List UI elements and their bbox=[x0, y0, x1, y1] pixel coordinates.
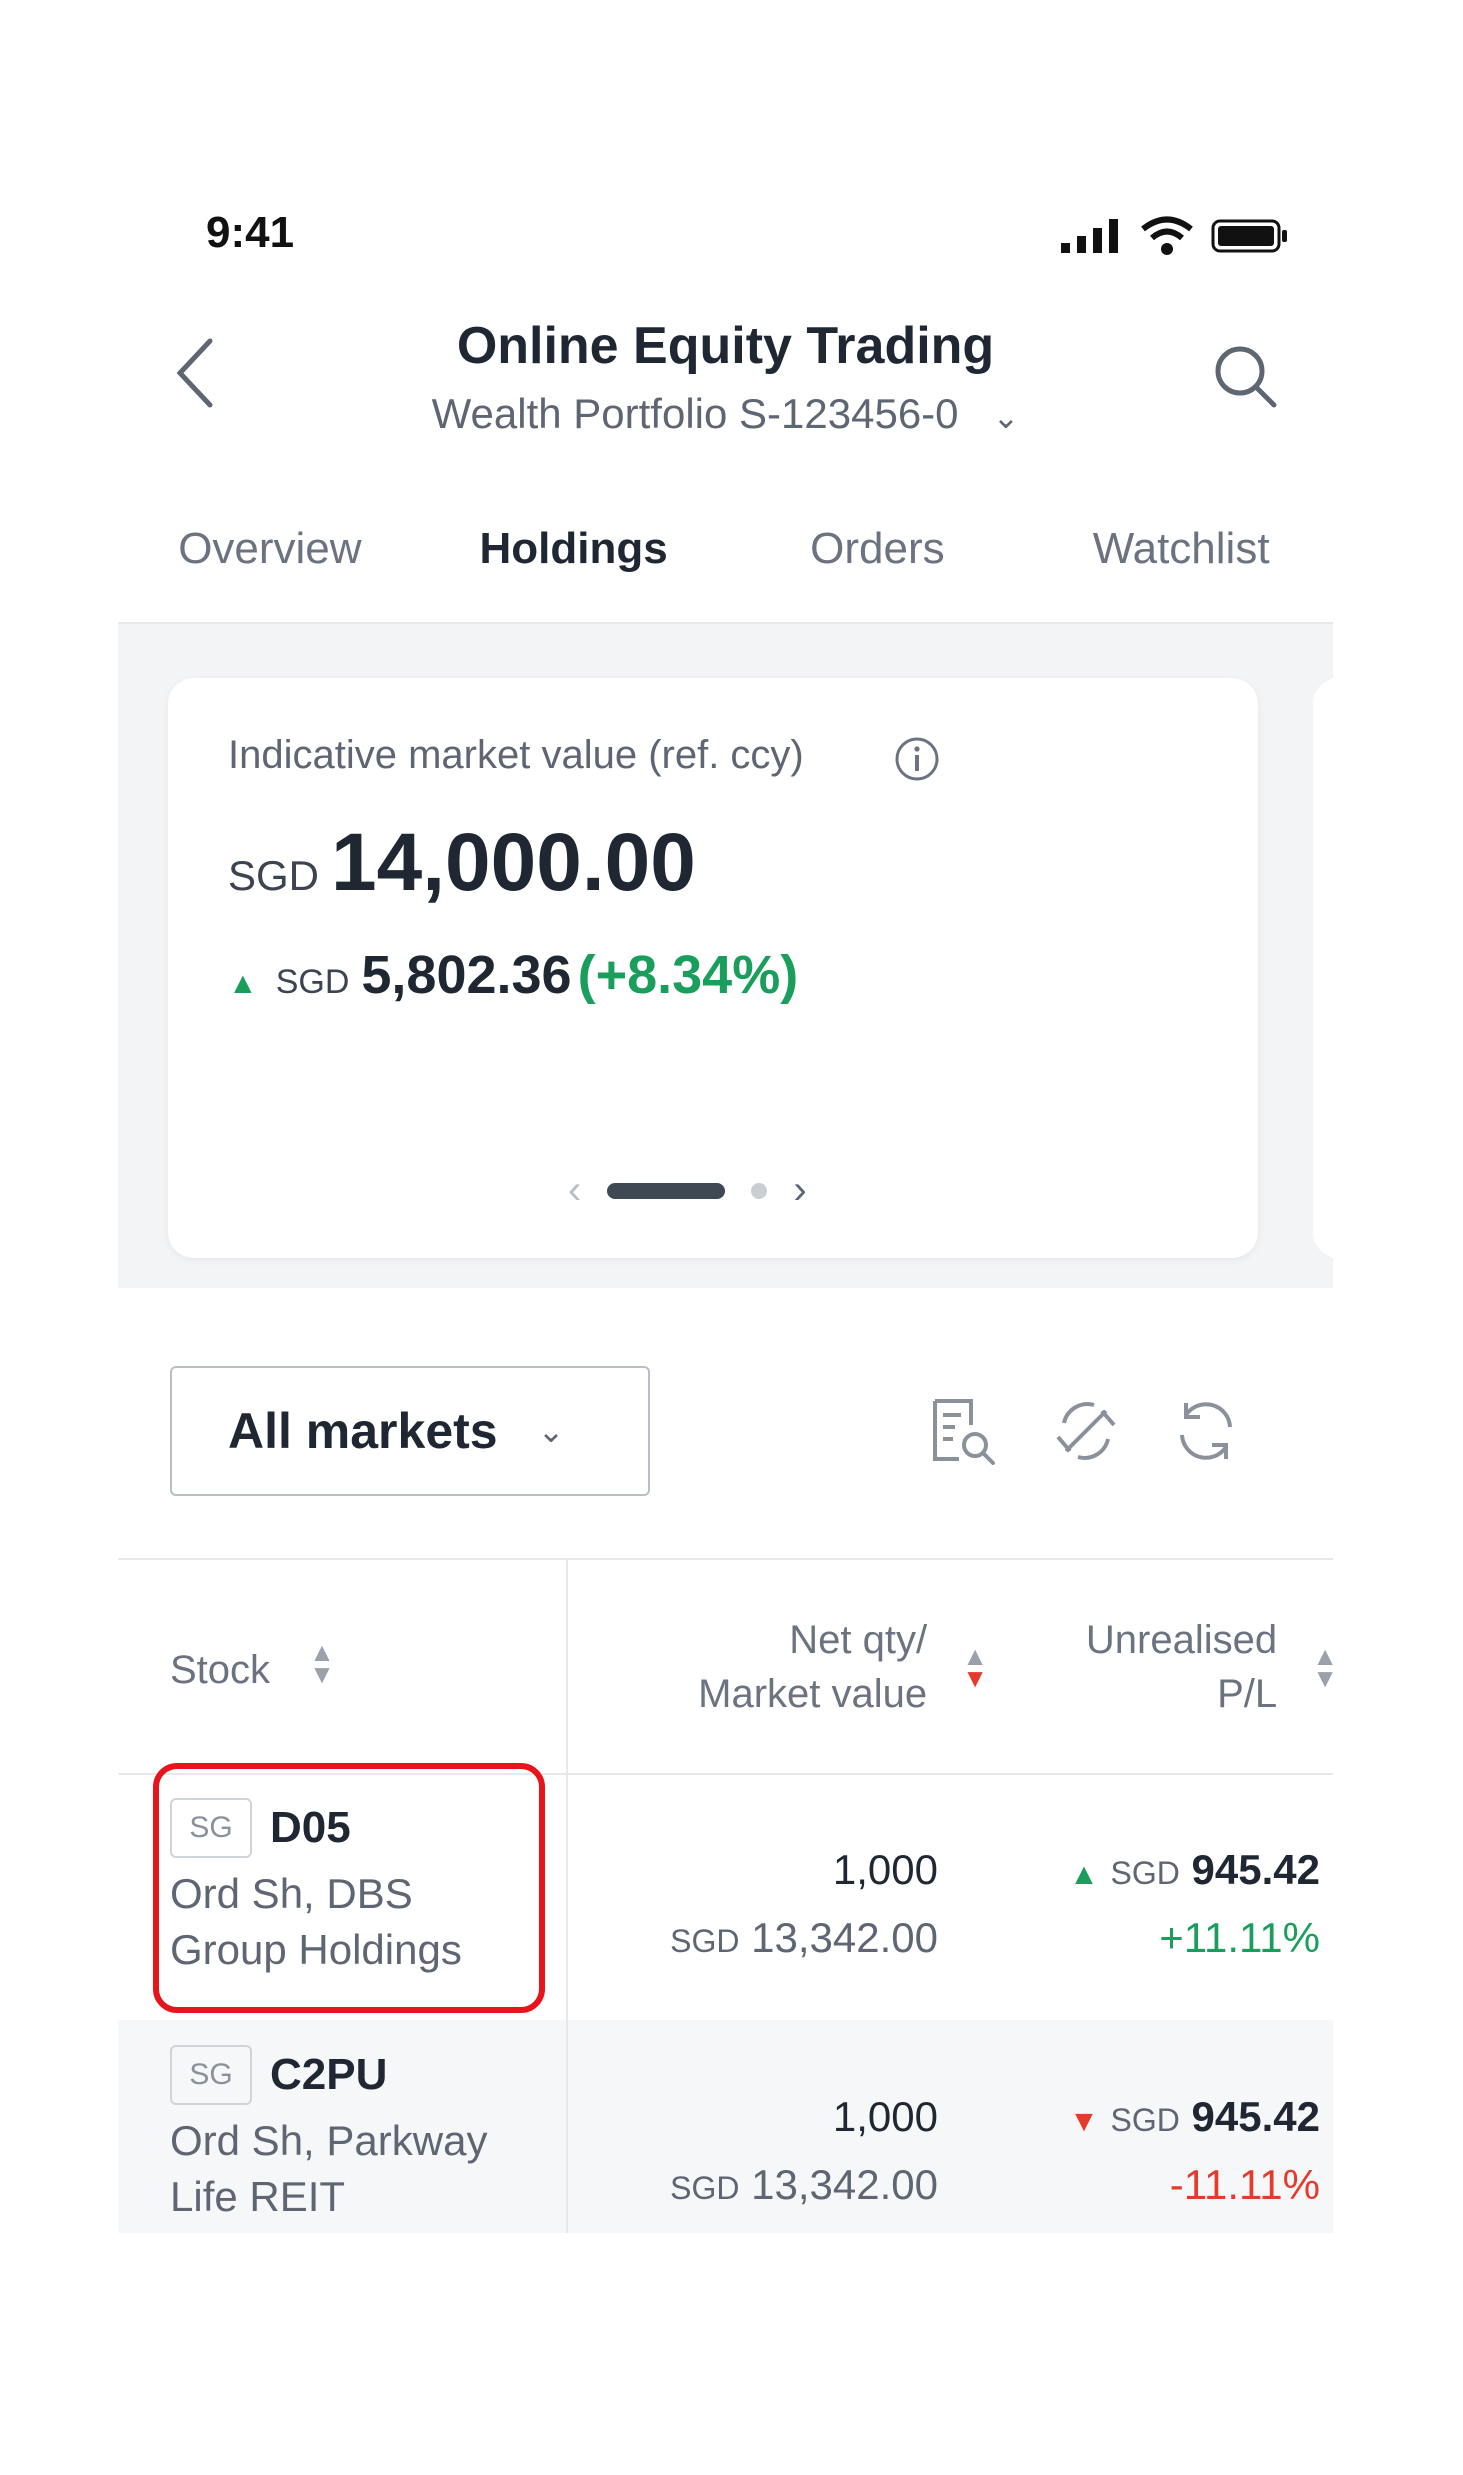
pl-percent-cell: +11.11% bbox=[1159, 1914, 1320, 1961]
total-pl: ▲ SGD 5,802.36 (+8.34%) bbox=[228, 944, 798, 1006]
up-triangle-icon: ▲ bbox=[228, 967, 258, 1000]
pl-header-line2: P/L bbox=[1217, 1672, 1278, 1716]
qty-header-line1: Net qty/ bbox=[789, 1618, 928, 1662]
info-icon[interactable] bbox=[893, 735, 941, 783]
pl-amount: 5,802.36 bbox=[361, 945, 572, 1005]
market-value-currency: SGD bbox=[228, 852, 320, 899]
column-header-stock[interactable]: Stock ▲ ▼ bbox=[170, 1639, 335, 1693]
page-title: Online Equity Trading bbox=[456, 317, 995, 375]
portfolio-name: Wealth Portfolio S-123456-0 bbox=[431, 390, 959, 437]
mv-currency: SGD bbox=[670, 1923, 740, 1959]
portfolio-selector[interactable]: Wealth Portfolio S-123456-0 ⌄ bbox=[118, 390, 1333, 438]
pl-cell-currency: SGD bbox=[1110, 2102, 1180, 2138]
column-header-qty[interactable]: Net qty/ Market value ▲ ▼ bbox=[598, 1613, 988, 1721]
card-pager: ‹ › bbox=[568, 1168, 807, 1213]
highlight-box bbox=[153, 1763, 545, 2013]
mv-currency: SGD bbox=[670, 2170, 740, 2206]
qty-header-line2: Market value bbox=[698, 1672, 928, 1716]
market-value-label: Indicative market value (ref. ccy) bbox=[228, 733, 804, 777]
down-triangle-icon: ▼ bbox=[1069, 2105, 1099, 2138]
expand-collapse-icon[interactable] bbox=[1048, 1393, 1124, 1469]
pl-value-cell: ▲ SGD 945.42 bbox=[980, 1846, 1320, 1894]
pl-cell-amount: 945.42 bbox=[1191, 1846, 1320, 1893]
page-indicator[interactable] bbox=[751, 1182, 768, 1199]
phone-screen: 9:41 Online Equity Trading Wealth Portfo… bbox=[118, 158, 1333, 2233]
pl-value-cell: ▼ SGD 945.42 bbox=[980, 2093, 1320, 2141]
market-value-amount: 14,000.00 bbox=[331, 817, 696, 908]
chevron-left-icon[interactable]: ‹ bbox=[568, 1168, 581, 1213]
stock-name-line2: Life REIT bbox=[170, 2173, 346, 2220]
market-badge: SG bbox=[170, 2045, 252, 2105]
status-time: 9:41 bbox=[206, 208, 295, 257]
tab-orders[interactable]: Orders bbox=[726, 508, 1030, 628]
market-value: SGD 14,000.00 bbox=[228, 816, 696, 910]
market-filter-label: All markets bbox=[228, 1403, 498, 1459]
chevron-down-icon: ⌄ bbox=[992, 398, 1020, 435]
tab-watchlist[interactable]: Watchlist bbox=[1029, 508, 1333, 628]
wifi-icon bbox=[1141, 216, 1193, 255]
pl-percent-cell: -11.11% bbox=[1169, 2161, 1320, 2208]
sort-desc-icon[interactable]: ▲ ▼ bbox=[962, 1643, 988, 1691]
pl-currency: SGD bbox=[275, 963, 350, 1001]
column-divider bbox=[566, 1558, 568, 2233]
battery-icon bbox=[1211, 219, 1287, 253]
tab-overview[interactable]: Overview bbox=[118, 508, 422, 628]
table-top-border bbox=[118, 1558, 1333, 1560]
table-row[interactable]: SG C2PU Ord Sh, Parkway Life REIT bbox=[170, 2045, 530, 2225]
sort-icon[interactable]: ▲ ▼ bbox=[309, 1639, 335, 1687]
up-triangle-icon: ▲ bbox=[1069, 1858, 1099, 1891]
pl-percent: (+8.34%) bbox=[577, 945, 799, 1005]
mv-amount: 13,342.00 bbox=[751, 1914, 938, 1961]
stock-name-line1: Ord Sh, Parkway bbox=[170, 2117, 488, 2164]
stock-header-label: Stock bbox=[170, 1648, 271, 1692]
tab-holdings[interactable]: Holdings bbox=[421, 508, 726, 640]
next-card-peek[interactable] bbox=[1313, 678, 1333, 1258]
document-search-icon[interactable] bbox=[923, 1393, 999, 1469]
market-filter-dropdown[interactable]: All markets ⌄ bbox=[170, 1366, 650, 1496]
market-value-cell: SGD 13,342.00 bbox=[538, 1914, 938, 1962]
pl-header-line1: Unrealised bbox=[1085, 1618, 1278, 1662]
page-indicator-active bbox=[607, 1182, 726, 1199]
status-icons bbox=[1061, 216, 1289, 256]
sort-icon[interactable]: ▲ ▼ bbox=[1312, 1643, 1333, 1691]
mv-amount: 13,342.00 bbox=[751, 2161, 938, 2208]
net-qty: 1,000 bbox=[832, 2093, 938, 2140]
pl-cell-amount: 945.42 bbox=[1191, 2093, 1320, 2140]
stock-name: Ord Sh, Parkway Life REIT bbox=[170, 2113, 530, 2225]
search-icon[interactable] bbox=[1212, 343, 1278, 409]
refresh-icon[interactable] bbox=[1168, 1393, 1244, 1469]
signal-icon bbox=[1061, 219, 1118, 253]
chevron-right-icon[interactable]: › bbox=[793, 1168, 806, 1213]
pl-cell-currency: SGD bbox=[1110, 1855, 1180, 1891]
tab-bar: Overview Holdings Orders Watchlist bbox=[118, 508, 1333, 640]
column-header-pl[interactable]: Unrealised P/L ▲ ▼ bbox=[1018, 1613, 1333, 1721]
net-qty: 1,000 bbox=[832, 1846, 938, 1893]
stock-symbol: C2PU bbox=[270, 2050, 388, 2099]
market-value-cell: SGD 13,342.00 bbox=[538, 2161, 938, 2209]
chevron-down-icon: ⌄ bbox=[537, 1413, 565, 1449]
